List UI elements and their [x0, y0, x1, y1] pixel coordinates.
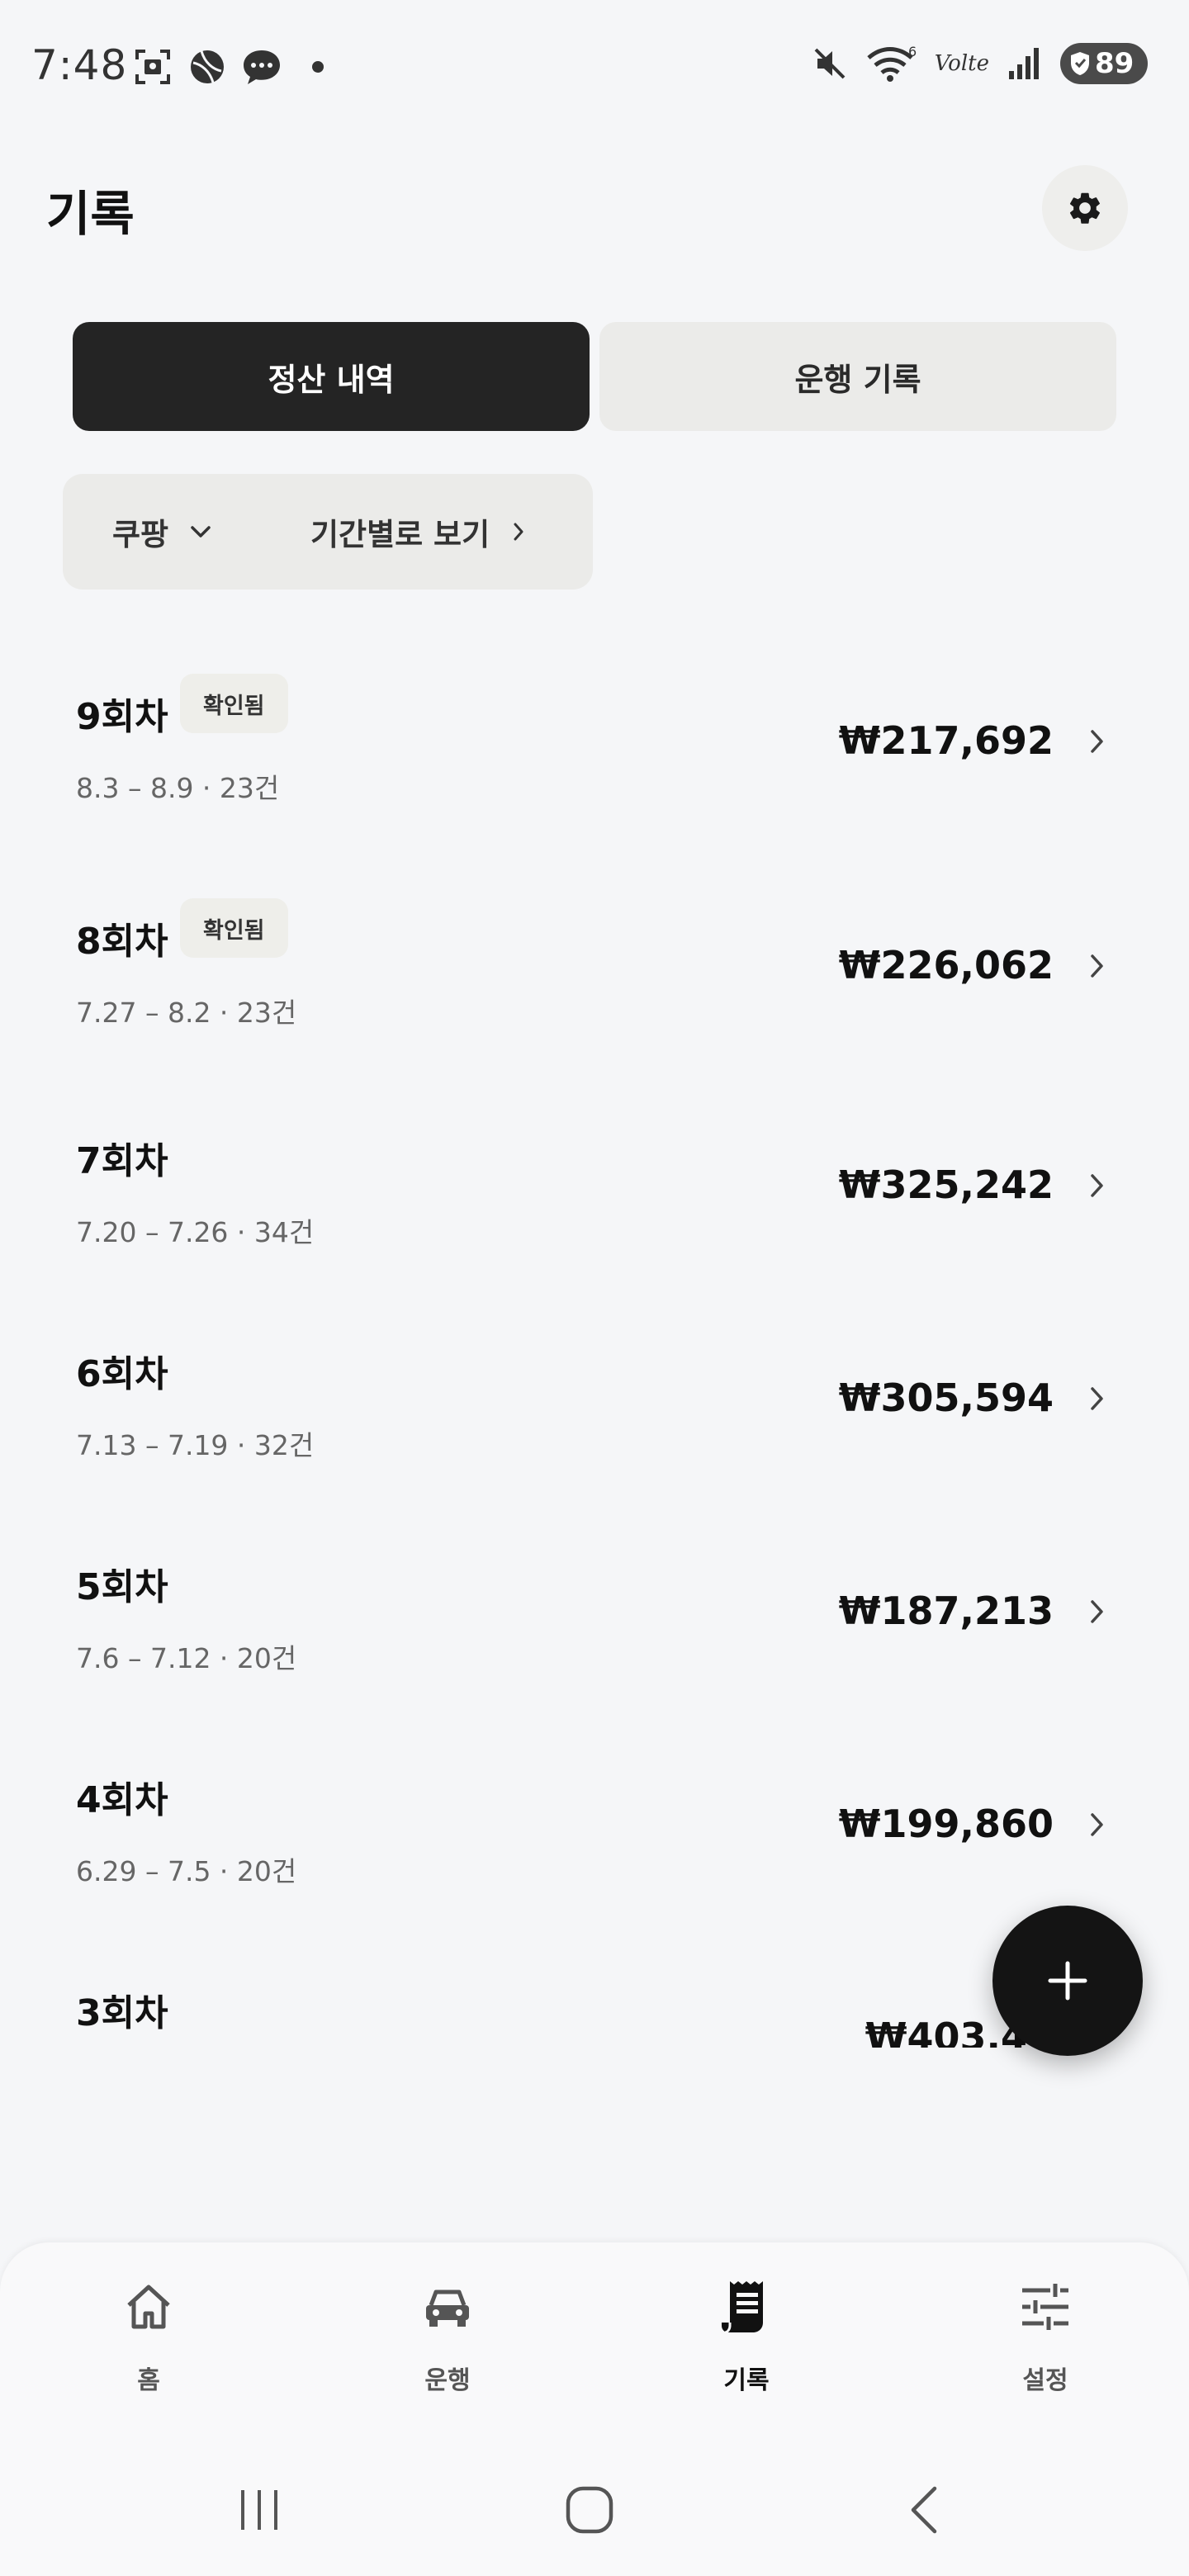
round-summary: 7.27 – 8.2 · 23건: [76, 997, 297, 1029]
round-amount: ₩217,692: [838, 718, 1054, 763]
system-nav-bar: [0, 2444, 1189, 2576]
round-summary: 6.29 – 7.5 · 20건: [76, 1855, 297, 1887]
status-system-icons: 6 Volte 89: [809, 43, 1148, 84]
page-title: 기록: [46, 186, 135, 242]
settlement-row[interactable]: 4회차 6.29 – 7.5 · 20건 ₩199,860: [0, 1727, 1189, 1892]
signal-icon: [1004, 43, 1045, 84]
plus-icon: [1048, 1961, 1087, 2001]
round-summary: 8.3 – 8.9 · 23건: [76, 772, 280, 804]
settlement-list: 9회차 확인됨 8.3 – 8.9 · 23건 ₩217,692 8회차 확인됨…: [0, 644, 1189, 2048]
chevron-right-icon: [1091, 1174, 1103, 1197]
settlement-row[interactable]: 9회차 확인됨 8.3 – 8.9 · 23건 ₩217,692: [0, 644, 1189, 809]
more-notifications-dot: [312, 61, 324, 73]
car-icon: [416, 2275, 479, 2338]
company-label: 쿠팡: [112, 517, 169, 552]
mute-icon: [809, 43, 850, 84]
back-button[interactable]: [874, 2469, 973, 2551]
settlement-row[interactable]: 5회차 7.6 – 7.12 · 20건 ₩187,213: [0, 1514, 1189, 1679]
add-button[interactable]: [992, 1906, 1143, 2056]
volte-label: Volte: [934, 51, 989, 76]
nav-item-settings[interactable]: 설정: [963, 2275, 1128, 2432]
nav-item-records[interactable]: 기록: [664, 2275, 829, 2432]
screenshot-icon: [132, 46, 173, 88]
round-title: 5회차: [76, 1566, 168, 1608]
filter-bar: 쿠팡 기간별로 보기: [63, 474, 593, 590]
nav-label: 운행: [424, 2366, 471, 2395]
round-summary: 7.13 – 7.19 · 32건: [76, 1429, 315, 1461]
chevron-right-icon: [1091, 1600, 1103, 1623]
round-summary: 7.20 – 7.26 · 34건: [76, 1216, 315, 1248]
circle-home-icon: [566, 2486, 613, 2534]
status-bar: 7:48 6 Volte 89: [0, 0, 1189, 132]
status-time: 7:48: [31, 41, 128, 89]
status-notification-icons: [132, 46, 324, 88]
wifi-icon: 6: [865, 43, 920, 84]
settlement-row[interactable]: 8회차 확인됨 7.27 – 8.2 · 23건 ₩226,062: [0, 869, 1189, 1034]
round-amount: ₩187,213: [838, 1589, 1054, 1633]
round-summary: 7.6 – 7.12 · 20건: [76, 1642, 297, 1674]
round-amount: ₩199,860: [838, 1802, 1054, 1846]
nav-label: 홈: [137, 2366, 160, 2395]
round-amount: ₩226,062: [838, 943, 1054, 987]
round-title: 9회차: [76, 696, 168, 738]
round-amount: ₩325,242: [838, 1163, 1054, 1207]
receipt-icon: [715, 2275, 778, 2338]
nav-label: 설정: [1022, 2366, 1068, 2395]
chevron-right-icon: [1091, 954, 1103, 978]
recents-button[interactable]: [210, 2469, 309, 2551]
chevron-right-icon: [1091, 1813, 1103, 1836]
settings-button[interactable]: [1042, 165, 1128, 251]
chevron-right-icon: [1091, 730, 1103, 753]
nav-item-home[interactable]: 홈: [66, 2275, 231, 2432]
round-title: 4회차: [76, 1779, 168, 1821]
gear-icon: [1069, 192, 1100, 224]
home-icon: [117, 2275, 180, 2338]
chevron-right-icon: [1091, 1387, 1103, 1410]
round-title: 7회차: [76, 1140, 168, 1182]
round-title: 8회차: [76, 921, 168, 963]
settlement-row[interactable]: 6회차 7.13 – 7.19 · 32건 ₩305,594: [0, 1301, 1189, 1466]
period-label: 기간별로 보기: [310, 517, 490, 552]
settlement-row[interactable]: 7회차 7.20 – 7.26 · 34건 ₩325,242: [0, 1088, 1189, 1253]
battery-level: 89: [1095, 47, 1135, 80]
wifi-badge: 6: [908, 45, 917, 59]
round-title: 3회차: [76, 1992, 168, 2034]
chat-icon: [241, 46, 282, 88]
company-dropdown[interactable]: 쿠팡: [112, 474, 211, 590]
chevron-right-icon: [514, 523, 523, 541]
chevron-down-icon: [191, 526, 211, 537]
back-icon: [911, 2486, 937, 2534]
recents-icon: [241, 2490, 277, 2530]
period-view-button[interactable]: 기간별로 보기: [310, 474, 524, 590]
status-badge: 확인됨: [180, 674, 288, 733]
ball-icon: [187, 46, 228, 88]
shield-icon: [1071, 52, 1089, 75]
status-badge: 확인됨: [180, 898, 288, 958]
tab-settlement[interactable]: 정산 내역: [73, 322, 590, 431]
nav-label: 기록: [723, 2366, 770, 2395]
round-title: 6회차: [76, 1353, 168, 1395]
round-amount: ₩305,594: [838, 1376, 1054, 1420]
tab-driving-record[interactable]: 운행 기록: [599, 322, 1116, 431]
nav-item-drive[interactable]: 운행: [365, 2275, 530, 2432]
home-system-button[interactable]: [540, 2469, 639, 2551]
sliders-icon: [1014, 2275, 1077, 2338]
battery-indicator: 89: [1060, 43, 1148, 84]
